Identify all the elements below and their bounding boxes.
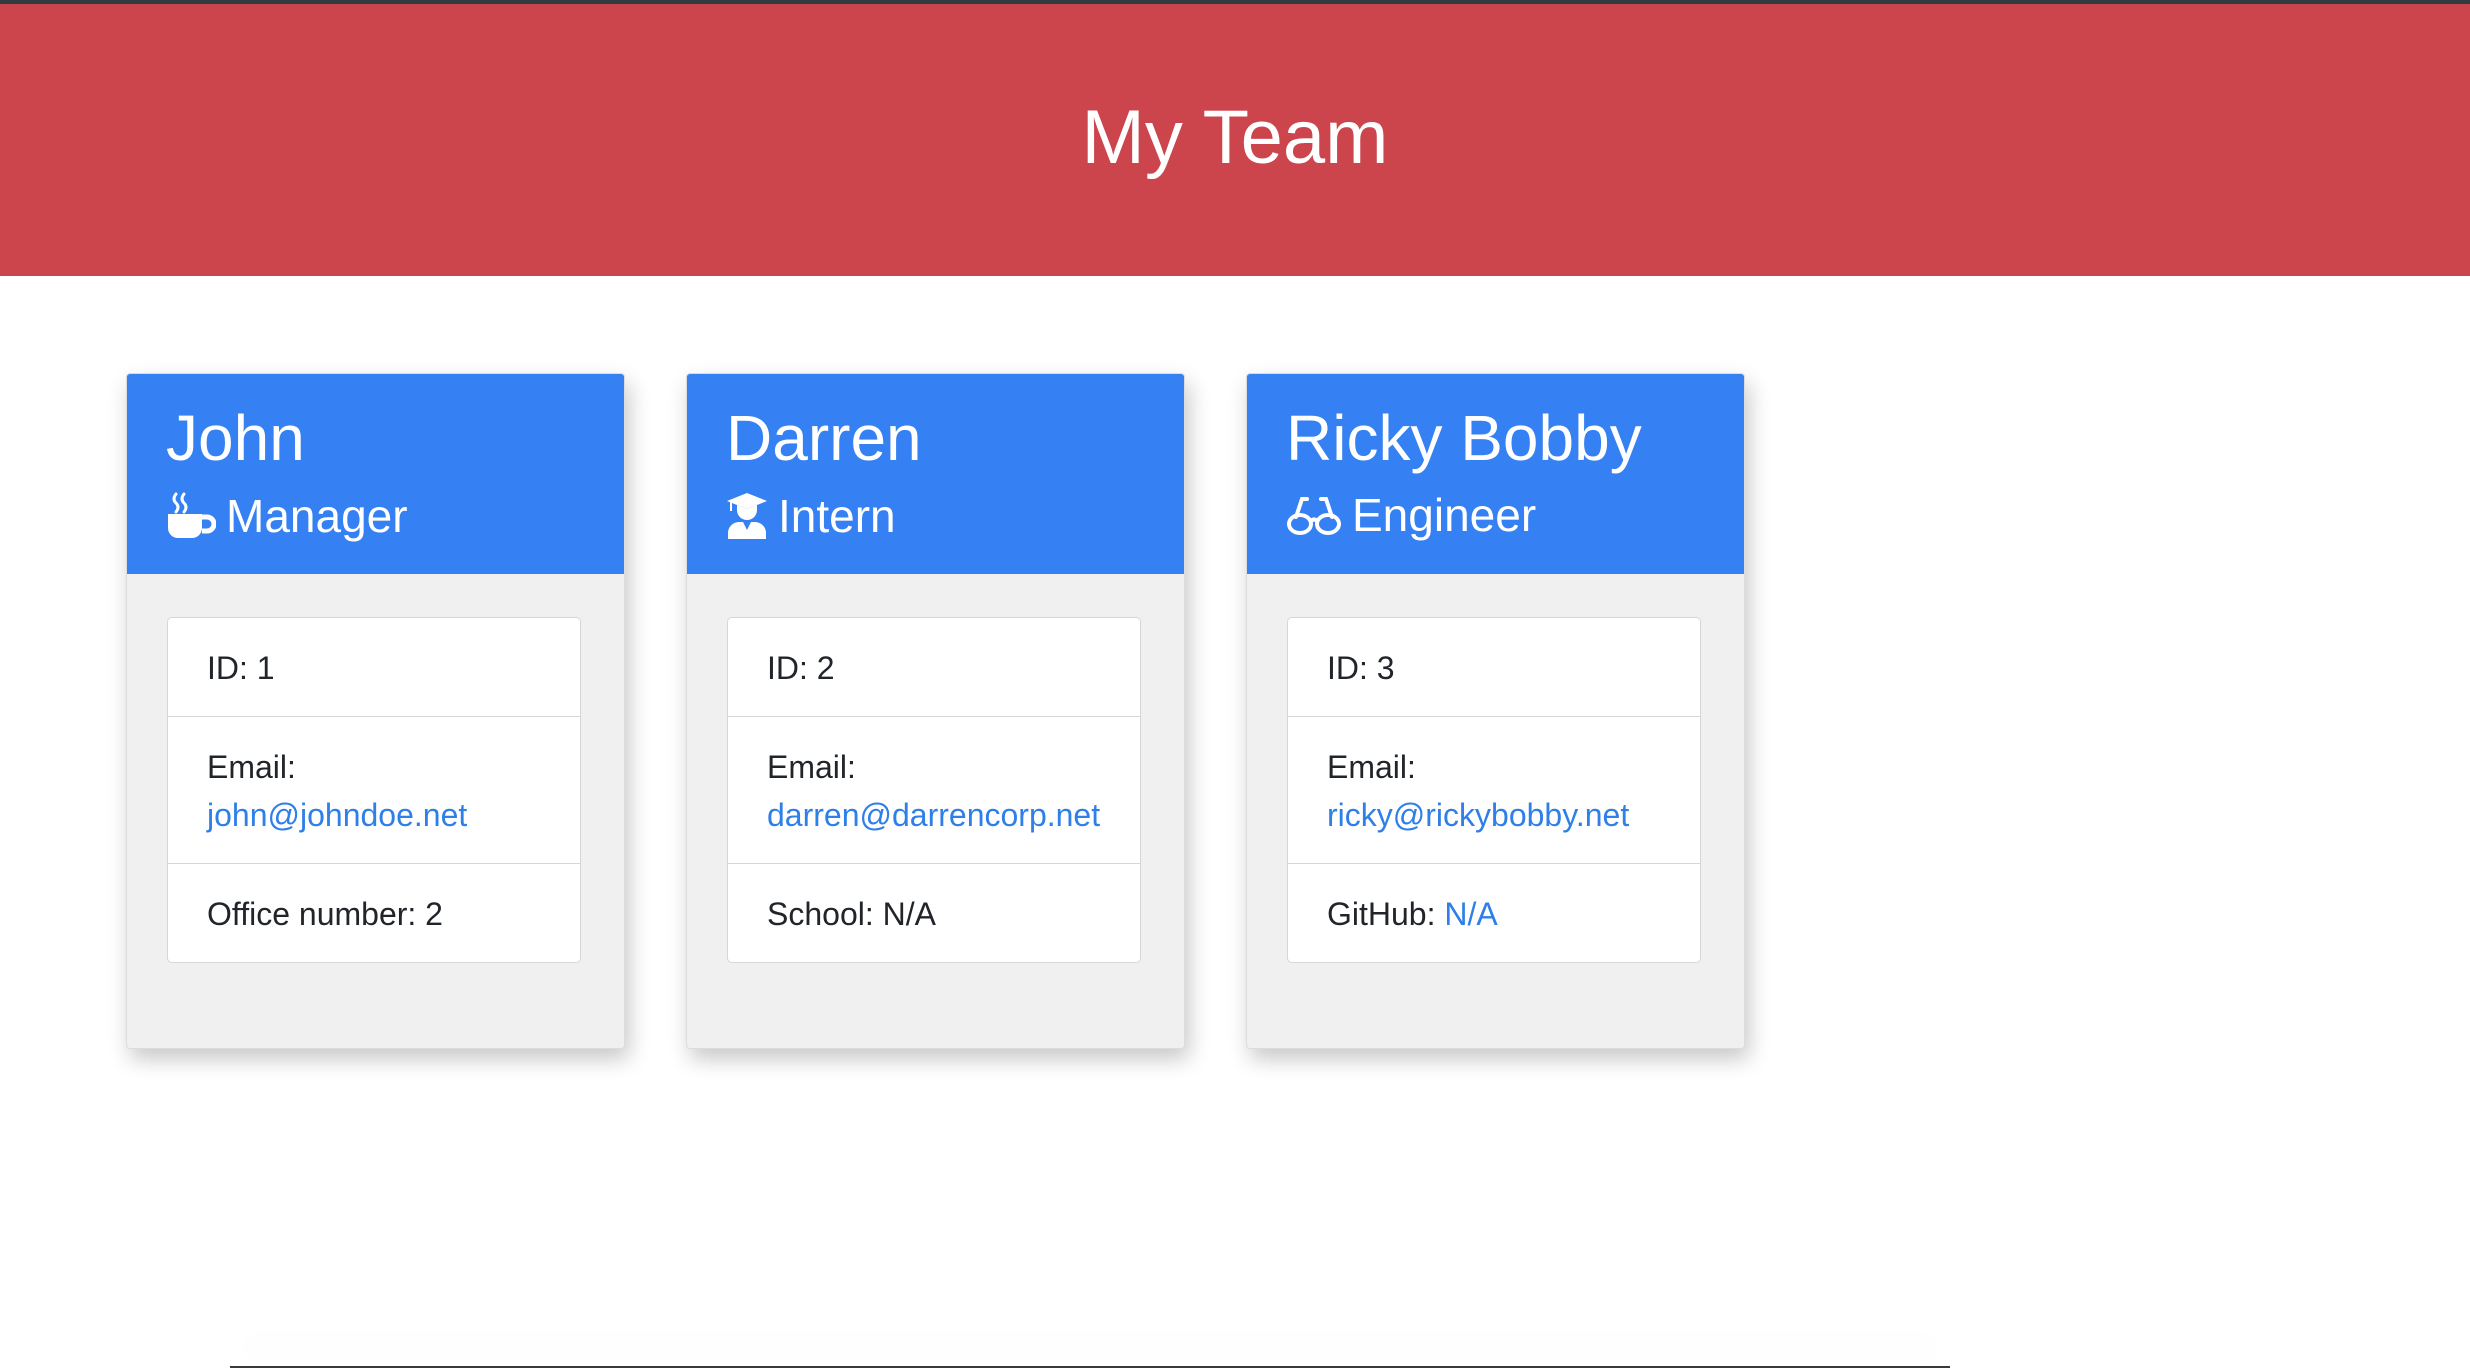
email-label: Email:: [1327, 749, 1416, 785]
employee-role: Engineer: [1286, 492, 1744, 538]
employee-email: Email: ricky@rickybobby.net: [1288, 716, 1700, 863]
card-header: John Manager: [127, 374, 624, 574]
employee-card-engineer: Ricky Bobby Engineer ID: 3 Email: ricky@…: [1246, 373, 1745, 1049]
school: School: N/A: [728, 863, 1140, 962]
employee-email: Email: john@johndoe.net: [168, 716, 580, 863]
employee-id: ID: 1: [207, 650, 275, 686]
email-link[interactable]: john@johndoe.net: [207, 797, 467, 833]
github-link[interactable]: N/A: [1444, 896, 1497, 932]
employee-name: John: [166, 402, 305, 474]
email-link[interactable]: darren@darrencorp.net: [767, 797, 1100, 833]
employee-email: Email: darren@darrencorp.net: [728, 716, 1140, 863]
page-header: My Team: [0, 4, 2470, 276]
employee-details: ID: 3 Email: ricky@rickybobby.net GitHub…: [1287, 617, 1701, 963]
role-label: Intern: [778, 490, 896, 542]
employee-id: ID: 2: [767, 650, 835, 686]
role-label: Manager: [226, 490, 408, 542]
employee-details: ID: 1 Email: john@johndoe.net Office num…: [167, 617, 581, 963]
graduate-icon: [726, 492, 768, 540]
card-header: Ricky Bobby Engineer: [1247, 374, 1744, 574]
employee-role: Manager: [166, 492, 624, 540]
employee-details: ID: 2 Email: darren@darrencorp.net Schoo…: [727, 617, 1141, 963]
github: GitHub: N/A: [1288, 863, 1700, 962]
card-header: Darren Intern: [687, 374, 1184, 574]
employee-id: ID: 3: [1327, 650, 1395, 686]
github-label: GitHub:: [1327, 896, 1445, 932]
email-link[interactable]: ricky@rickybobby.net: [1327, 797, 1629, 833]
employee-role: Intern: [726, 492, 1184, 540]
email-label: Email:: [207, 749, 296, 785]
email-label: Email:: [767, 749, 856, 785]
coffee-icon: [166, 492, 216, 540]
employee-card-manager: John Manager ID: 1 Email: john@johndoe.n…: [126, 373, 625, 1049]
glasses-icon: [1286, 493, 1342, 537]
page-title: My Team: [1081, 94, 1389, 180]
role-label: Engineer: [1352, 489, 1537, 541]
employee-name: Ricky Bobby: [1286, 402, 1642, 474]
employee-card-intern: Darren Intern ID: 2 Email: darren@darren…: [686, 373, 1185, 1049]
employee-name: Darren: [726, 402, 922, 474]
office-number: Office number: 2: [168, 863, 580, 962]
